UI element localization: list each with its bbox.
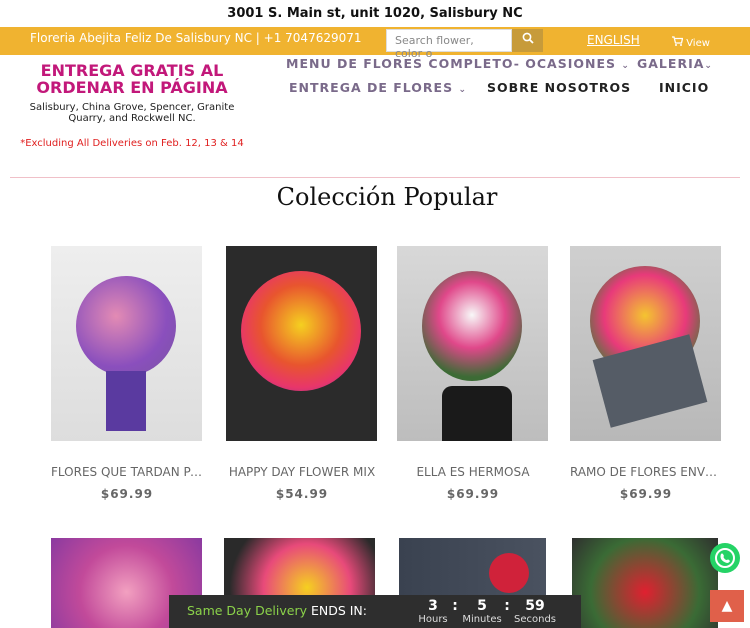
product-name[interactable]: HAPPY DAY FLOWER MIX <box>226 465 378 479</box>
product-image[interactable] <box>570 246 721 441</box>
chevron-down-icon: ⌄ <box>621 61 630 71</box>
product-name[interactable]: RAMO DE FLORES ENVUE... <box>570 465 722 479</box>
countdown-minutes: 5 <box>477 598 487 614</box>
nav-menu-label: MENU DE FLORES COMPLETO- OCASIONES <box>286 56 616 71</box>
nav-home[interactable]: INICIO <box>659 80 709 95</box>
cart-label: View <box>686 38 710 49</box>
product-price: $54.99 <box>275 487 329 501</box>
product-image[interactable] <box>397 246 548 441</box>
search-button[interactable] <box>512 29 543 52</box>
product-image[interactable] <box>226 246 377 441</box>
search-input[interactable]: Search flower, color o <box>386 29 512 60</box>
top-bar: Floreria Abejita Feliz De Salisbury NC |… <box>0 27 750 60</box>
delivery-countdown: Same Day Delivery ENDS IN: 3 : 5 : 59 Ho… <box>169 595 581 628</box>
countdown-label-rest: ENDS IN: <box>306 603 367 618</box>
free-delivery-promo: ENTREGA GRATIS AL ORDENAR EN PÁGINA Sali… <box>18 62 246 150</box>
countdown-label: Same Day Delivery ENDS IN: <box>187 603 367 618</box>
countdown-separator: : <box>452 598 458 614</box>
product-price: $69.99 <box>619 487 673 501</box>
countdown-hours: 3 <box>428 598 438 614</box>
nav-menu[interactable]: MENU DE FLORES COMPLETO- OCASIONES ⌄ <box>286 56 630 71</box>
whatsapp-button[interactable] <box>710 543 740 573</box>
promo-title-line2: ORDENAR EN PÁGINA <box>36 78 228 97</box>
countdown-highlight: Same Day Delivery <box>187 603 307 618</box>
promo-areas: Salisbury, China Grove, Spencer, Granite… <box>29 102 235 124</box>
chevron-down-icon: ⌄ <box>704 61 713 71</box>
product-price: $69.99 <box>100 487 154 501</box>
promo-title-line1: ENTREGA GRATIS AL <box>40 61 224 80</box>
countdown-separator: : <box>504 598 510 614</box>
whatsapp-icon <box>715 548 735 568</box>
nav-delivery[interactable]: ENTREGA DE FLORES ⌄ <box>289 80 467 95</box>
chevron-down-icon: ⌄ <box>458 85 468 95</box>
store-address: 3001 S. Main st, unit 1020, Salisbury NC <box>0 0 750 27</box>
nav-gallery-label: GALERIA <box>637 56 705 71</box>
cart-button[interactable]: View <box>672 36 710 49</box>
nav-delivery-label: ENTREGA DE FLORES <box>289 80 454 95</box>
product-price: $69.99 <box>446 487 500 501</box>
chevron-up-icon: ▲ <box>721 598 733 614</box>
product-card[interactable]: RAMO DE FLORES ENVUE... $69.99 <box>570 246 722 501</box>
product-image[interactable] <box>572 538 718 628</box>
store-contact: Floreria Abejita Feliz De Salisbury NC |… <box>30 31 362 45</box>
product-name[interactable]: FLORES QUE TARDAN PA... <box>51 465 203 479</box>
product-name[interactable]: ELLA ES HERMOSA <box>397 465 549 479</box>
countdown-hours-label: Hours <box>418 614 448 625</box>
section-title: Colección Popular <box>276 183 498 211</box>
nav-gallery[interactable]: GALERIA⌄ <box>637 56 713 71</box>
search-icon <box>522 32 534 44</box>
header-divider <box>10 177 740 178</box>
nav-about[interactable]: SOBRE NOSOTROS <box>487 80 631 95</box>
countdown-minutes-label: Minutes <box>462 614 502 625</box>
product-image[interactable] <box>51 246 202 441</box>
promo-exclusion: *Excluding All Deliveries on Feb. 12, 13… <box>20 138 244 149</box>
scroll-to-top-button[interactable]: ▲ <box>710 590 744 622</box>
product-card[interactable]: HAPPY DAY FLOWER MIX $54.99 <box>226 246 378 501</box>
product-card[interactable]: ELLA ES HERMOSA $69.99 <box>397 246 549 501</box>
cart-icon <box>672 36 684 46</box>
countdown-seconds: 59 <box>525 598 545 614</box>
product-card[interactable]: FLORES QUE TARDAN PA... $69.99 <box>51 246 203 501</box>
language-link[interactable]: ENGLISH <box>587 33 640 47</box>
countdown-seconds-label: Seconds <box>513 614 556 625</box>
